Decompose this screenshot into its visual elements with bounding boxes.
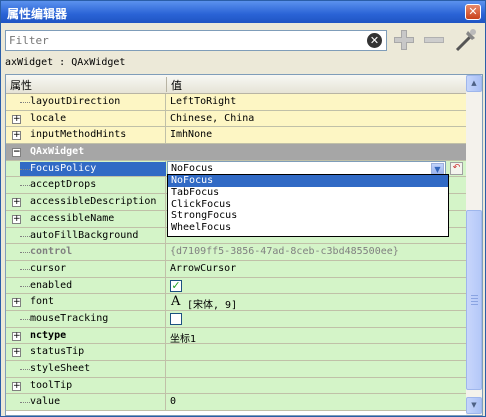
property-row-toolTip[interactable]: + toolTip (6, 377, 466, 395)
focus-policy-dropdown[interactable]: NoFocus TabFocus ClickFocus StrongFocus … (167, 174, 449, 237)
property-row-locale[interactable]: + locale Chinese, China (6, 110, 466, 128)
configure-icon[interactable] (453, 27, 479, 53)
dropdown-option-strongfocus[interactable]: StrongFocus (168, 210, 448, 222)
window-title: 属性编辑器 (7, 7, 68, 21)
property-row-control[interactable]: control {d7109ff5-3856-47ad-8ceb-c3bd485… (6, 244, 466, 261)
property-value[interactable]: ArrowCursor (170, 263, 236, 274)
property-name: autoFillBackground (30, 229, 139, 241)
property-name: FocusPolicy (30, 162, 97, 174)
property-name: mouseTracking (30, 312, 109, 324)
filter-box[interactable]: ✕ (5, 30, 387, 51)
property-row-value[interactable]: value 0 (6, 394, 466, 412)
property-row-font[interactable]: + font A [宋体, 9] (6, 294, 466, 311)
scroll-thumb[interactable] (466, 210, 482, 390)
property-value[interactable]: 坐标1 (170, 330, 196, 345)
mouse-tracking-checkbox[interactable] (170, 312, 182, 325)
property-editor-window: 属性编辑器 ✕ ✕ axWidget : QAxWidget 属性 值 (0, 0, 486, 417)
property-value[interactable]: 0 (170, 396, 176, 407)
property-name: accessibleDescription (30, 196, 157, 208)
reset-icon[interactable]: ↶ (450, 161, 463, 175)
property-name: statusTip (30, 346, 85, 358)
property-value[interactable]: [宋体, 9] (187, 296, 237, 311)
header-value[interactable]: 值 (171, 77, 182, 93)
remove-property-icon[interactable] (421, 27, 447, 53)
add-property-icon[interactable] (391, 27, 417, 53)
expand-icon[interactable]: + (12, 348, 21, 358)
property-row-cursor[interactable]: cursor ArrowCursor (6, 260, 466, 278)
property-row-styleSheet[interactable]: styleSheet (6, 361, 466, 378)
expand-icon[interactable]: + (12, 198, 21, 208)
property-row-nctype[interactable]: + nctype 坐标1 (6, 327, 466, 345)
property-name: cursor (30, 262, 67, 274)
toolbar: ✕ (1, 24, 485, 57)
vertical-scrollbar[interactable]: ▲ ▼ (466, 75, 482, 415)
property-rows: layoutDirection LeftToRight + locale Chin… (6, 94, 466, 412)
property-name: layoutDirection (30, 96, 121, 107)
property-value[interactable]: Chinese, China (170, 113, 254, 124)
expand-icon[interactable]: + (12, 298, 21, 308)
property-name: locale (30, 112, 67, 124)
object-label: axWidget : QAxWidget (5, 57, 126, 68)
property-row-layoutDirection[interactable]: layoutDirection LeftToRight (6, 94, 466, 111)
expand-icon[interactable]: + (12, 114, 21, 124)
property-name: value (30, 396, 61, 408)
property-name: font (30, 296, 55, 308)
collapse-icon[interactable]: − (12, 148, 21, 158)
scroll-down-icon[interactable]: ▼ (466, 397, 482, 414)
enabled-checkbox[interactable]: ✓ (170, 279, 182, 292)
property-tree[interactable]: 属性 值 layoutDirection LeftToRight + locale… (5, 74, 483, 416)
dropdown-option-tabfocus[interactable]: TabFocus (168, 187, 448, 199)
property-group-QAxWidget[interactable]: − QAxWidget (6, 144, 466, 161)
property-name: enabled (30, 279, 73, 291)
property-name: control (30, 246, 73, 258)
property-row-inputMethodHints[interactable]: + inputMethodHints ImhNone (6, 127, 466, 145)
scroll-up-icon[interactable]: ▲ (466, 75, 482, 92)
filter-input[interactable] (6, 31, 356, 50)
property-name: acceptDrops (30, 179, 97, 191)
group-name: QAxWidget (30, 146, 85, 158)
dropdown-option-wheelfocus[interactable]: WheelFocus (168, 222, 448, 234)
title-bar[interactable]: 属性编辑器 ✕ (1, 1, 485, 23)
header-property[interactable]: 属性 (10, 77, 32, 93)
property-value: {d7109ff5-3856-47ad-8ceb-c3bd485500ee} (170, 246, 399, 258)
expand-icon[interactable]: + (12, 131, 21, 141)
expand-icon[interactable]: + (12, 331, 21, 341)
property-value[interactable]: ImhNone (170, 129, 212, 140)
dropdown-option-nofocus[interactable]: NoFocus (168, 175, 448, 187)
close-icon[interactable]: ✕ (465, 4, 481, 20)
property-row-mouseTracking[interactable]: mouseTracking (6, 310, 466, 328)
property-name: toolTip (30, 379, 73, 391)
expand-icon[interactable]: + (12, 214, 21, 224)
clear-filter-icon[interactable]: ✕ (367, 33, 382, 48)
property-row-statusTip[interactable]: + statusTip (6, 344, 466, 361)
property-row-enabled[interactable]: enabled ✓ (6, 277, 466, 295)
expand-icon[interactable]: + (12, 381, 21, 391)
property-name: inputMethodHints (30, 129, 127, 141)
dropdown-option-clickfocus[interactable]: ClickFocus (168, 199, 448, 211)
property-name: nctype (30, 329, 67, 341)
property-name: styleSheet (30, 363, 91, 374)
font-icon: A (171, 294, 181, 310)
combo-value: NoFocus (171, 162, 214, 174)
tree-header: 属性 值 (6, 75, 466, 94)
property-value[interactable]: LeftToRight (170, 96, 236, 107)
dropdown-arrow-icon[interactable]: ▼ (431, 162, 444, 175)
property-name: accessibleName (30, 212, 115, 224)
